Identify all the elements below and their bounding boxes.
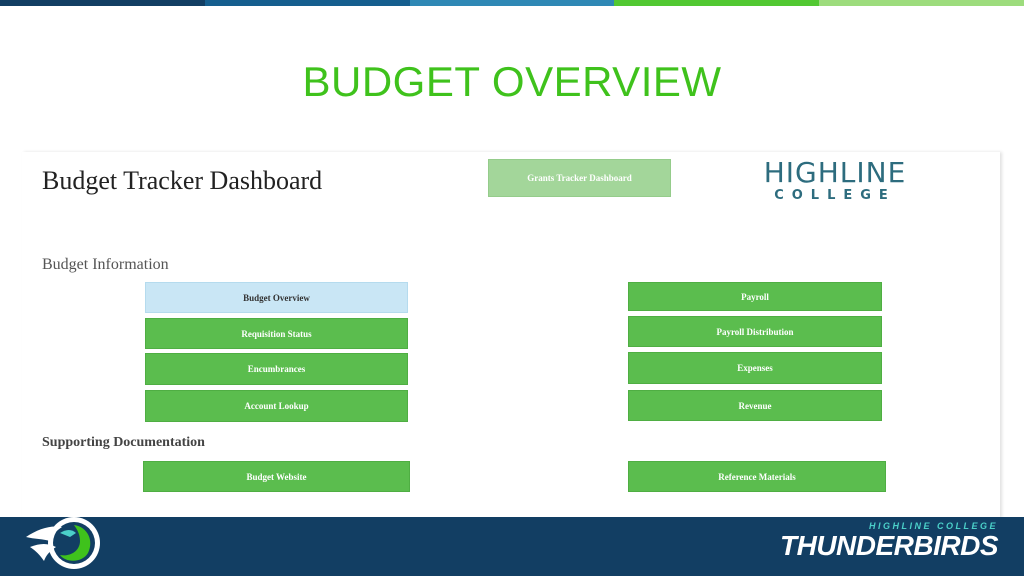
revenue-button[interactable]: Revenue (628, 390, 882, 421)
top-bar-segment-5 (819, 0, 1024, 6)
payroll-button[interactable]: Payroll (628, 282, 882, 311)
requisition-status-button[interactable]: Requisition Status (145, 318, 408, 349)
thunderbird-logo-icon (16, 507, 116, 577)
account-lookup-button[interactable]: Account Lookup (145, 390, 408, 422)
budget-information-label: Budget Information (42, 256, 169, 273)
budget-website-button[interactable]: Budget Website (143, 461, 410, 492)
payroll-distribution-button[interactable]: Payroll Distribution (628, 316, 882, 347)
expenses-button[interactable]: Expenses (628, 352, 882, 384)
brand-big-text: THUNDERBIRDS (780, 530, 999, 561)
footer-bar: HIGHLINE COLLEGE THUNDERBIRDS (0, 517, 1024, 576)
encumbrances-button[interactable]: Encumbrances (145, 353, 408, 385)
logo-line-1: HIGHLINE (763, 156, 907, 189)
top-bar-segment-4 (614, 0, 820, 6)
top-bar-segment-3 (409, 0, 615, 6)
top-color-bar (0, 0, 1024, 6)
slide-title: BUDGET OVERVIEW (302, 58, 722, 105)
dashboard-title: Budget Tracker Dashboard (42, 166, 323, 195)
highline-college-logo: HIGHLINE COLLEGE (760, 158, 910, 208)
top-bar-segment-2 (204, 0, 410, 6)
supporting-documentation-label: Supporting Documentation (42, 435, 205, 450)
logo-line-2: COLLEGE (774, 188, 896, 203)
thunderbirds-brand: HIGHLINE COLLEGE THUNDERBIRDS (780, 521, 999, 561)
grants-tracker-dashboard-button[interactable]: Grants Tracker Dashboard (488, 159, 671, 197)
reference-materials-button[interactable]: Reference Materials (628, 461, 886, 492)
budget-overview-button[interactable]: Budget Overview (145, 282, 408, 313)
dashboard-screenshot: Budget Tracker Dashboard Grants Tracker … (22, 152, 1000, 518)
top-bar-segment-1 (0, 0, 205, 6)
